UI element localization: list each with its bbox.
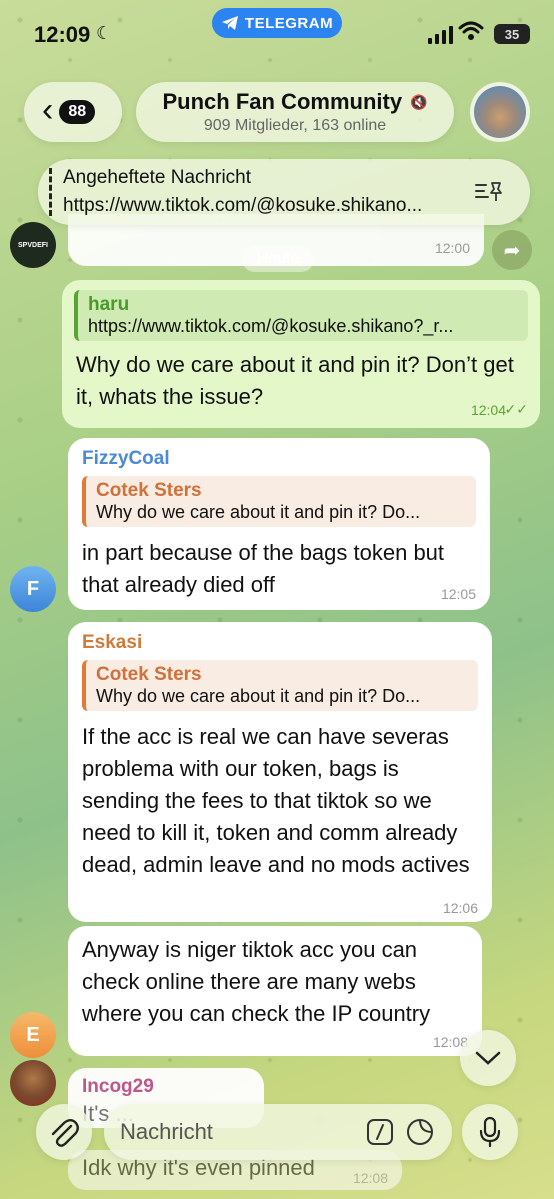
group-avatar[interactable] <box>470 82 530 142</box>
pinned-text: https://www.tiktok.com/@kosuke.shikano..… <box>63 195 423 216</box>
telegram-plane-icon <box>221 16 238 30</box>
message-text: If the acc is real we can have severas p… <box>82 724 470 877</box>
wifi-icon <box>458 21 484 40</box>
avatar-spvdefi[interactable]: SPVDEFI <box>10 222 56 268</box>
chevron-left-icon: ‹ <box>42 91 54 129</box>
signal-icon <box>428 26 453 44</box>
avatar-label: SPVDEFI <box>18 241 48 249</box>
reply-sender: Cotek Sters <box>96 480 202 501</box>
reply-quote[interactable]: Cotek Sters Why do we care about it and … <box>82 660 478 711</box>
pinned-indicator <box>49 168 52 216</box>
chat-subtitle: 909 Mitglieder, 163 online <box>203 117 387 134</box>
paperclip-icon <box>51 1119 79 1147</box>
clock: 12:09 <box>34 22 91 47</box>
chat-title: Punch Fan Community <box>162 89 403 114</box>
chat-header[interactable]: Punch Fan Community 🔇 909 Mitglieder, 16… <box>136 82 454 142</box>
status-bar: 12:09 ☾ TELEGRAM 35 <box>0 0 554 60</box>
reply-sender: haru <box>88 294 130 315</box>
message-time: 12:04 <box>470 402 506 418</box>
battery-level: 35 <box>504 26 520 42</box>
pinned-message-bar[interactable]: Angeheftete Nachricht https://www.tiktok… <box>38 159 530 225</box>
message-text: in part because of the bags token but th… <box>82 540 445 597</box>
avatar-eskasi[interactable]: E <box>10 1012 56 1058</box>
microphone-icon <box>479 1116 501 1148</box>
chevron-down-icon <box>475 1051 501 1065</box>
message-time: 12:06 <box>442 900 478 916</box>
message-time: 12:00 <box>434 240 470 256</box>
message-time: 12:05 <box>440 586 476 602</box>
message-bubble[interactable]: FizzyCoal Cotek Sters Why do we care abo… <box>68 438 490 610</box>
reply-text: Why do we care about it and pin it? Do..… <box>96 686 421 706</box>
message-bubble[interactable]: Eskasi Cotek Sters Why do we care about … <box>68 622 492 922</box>
unread-count-badge: 88 <box>59 100 96 124</box>
message-text: Why do we care about it and pin it? Don’… <box>76 352 514 409</box>
avatar-letter: F <box>26 577 40 600</box>
message-sender[interactable]: Incog29 <box>82 1076 250 1098</box>
avatar-fizzycoal[interactable]: F <box>10 566 56 612</box>
sticker-icon[interactable] <box>406 1118 434 1146</box>
message-input[interactable] <box>120 1119 350 1145</box>
reply-quote[interactable]: Cotek Sters Why do we care about it and … <box>82 476 476 527</box>
voice-record-button[interactable] <box>462 1104 518 1160</box>
scroll-to-bottom-button[interactable] <box>460 1030 516 1086</box>
battery-icon: 35 <box>494 24 530 44</box>
message-time: 12:08 <box>352 1170 388 1186</box>
message-bubble[interactable]: Anyway is niger tiktok acc you can check… <box>68 926 482 1056</box>
reply-sender: Cotek Sters <box>96 664 202 685</box>
reply-text: https://www.tiktok.com/@kosuke.shikano?_… <box>88 316 454 336</box>
telegram-return-pill[interactable]: TELEGRAM <box>212 8 342 38</box>
avatar-incog29[interactable] <box>10 1060 56 1106</box>
message-sender[interactable]: Eskasi <box>82 632 478 654</box>
reply-text: Why do we care about it and pin it? Do..… <box>96 502 421 522</box>
message-text: Anyway is niger tiktok acc you can check… <box>82 937 431 1026</box>
message-bubble-outgoing[interactable]: haru https://www.tiktok.com/@kosuke.shik… <box>62 280 540 428</box>
reply-quote[interactable]: haru https://www.tiktok.com/@kosuke.shik… <box>74 290 528 341</box>
message-input-bar[interactable] <box>104 1104 452 1160</box>
back-button[interactable]: ‹ 88 <box>24 82 122 142</box>
attach-button[interactable] <box>36 1104 92 1160</box>
telegram-label: TELEGRAM <box>244 14 334 32</box>
command-icon[interactable] <box>366 1118 394 1146</box>
moon-icon: ☾ <box>96 23 113 43</box>
date-separator: Heute <box>242 246 314 272</box>
message-sender[interactable]: FizzyCoal <box>82 448 476 470</box>
read-status-icon: ✓✓ <box>504 401 528 417</box>
avatar-letter: E <box>26 1023 40 1046</box>
forward-icon[interactable]: ➦ <box>492 230 532 270</box>
pin-list-icon[interactable] <box>474 179 504 203</box>
muted-icon: 🔇 <box>410 93 428 110</box>
pinned-title: Angeheftete Nachricht <box>63 167 252 188</box>
